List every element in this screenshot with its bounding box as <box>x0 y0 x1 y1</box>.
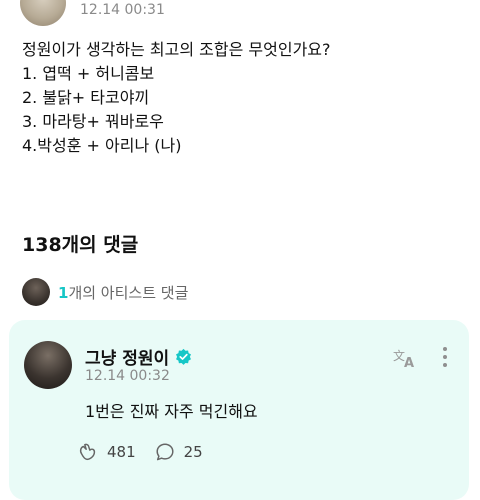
comment-text: 1번은 진짜 자주 먹긴해요 <box>85 402 258 421</box>
post-body: 정원이가 생각하는 최고의 조합은 무엇인가요? 1. 엽떡 + 허니콤보 2.… <box>22 38 462 158</box>
verified-badge-icon <box>176 348 192 365</box>
like-button[interactable]: 481 <box>77 441 136 463</box>
more-vertical-icon[interactable] <box>439 346 451 368</box>
post-option-4: 4.박성훈 + 아리나 (나) <box>22 136 182 155</box>
artist-comment-card: 그냥 정원이 12.14 00:32 文 A 1번은 진짜 자주 먹긴해요 48… <box>9 320 469 500</box>
artist-comments-filter[interactable]: 1개의 아티스트 댓글 <box>22 278 188 306</box>
post-time: 12.14 00:31 <box>80 2 165 18</box>
reply-count: 25 <box>183 443 203 461</box>
svg-text:A: A <box>404 356 414 370</box>
post-option-3: 3. 마라탕+ 꿔바로우 <box>22 112 164 131</box>
post-question: 정원이가 생각하는 최고의 조합은 무엇인가요? <box>22 40 331 59</box>
artist-comment-count: 1 <box>58 283 69 302</box>
heart-hands-icon <box>79 443 96 461</box>
commenter-name-row: 그냥 정원이 <box>85 344 192 369</box>
comment-actions: 481 25 <box>77 440 221 464</box>
comments-heading: 138개의 댓글 <box>22 234 139 256</box>
post-meta: 12.14 00:31 <box>0 0 480 26</box>
post-option-2: 2. 불닭+ 타코야끼 <box>22 88 150 107</box>
artist-avatar-small <box>22 278 50 306</box>
like-count: 481 <box>107 443 136 461</box>
reply-button[interactable]: 25 <box>154 441 203 463</box>
comment-time: 12.14 00:32 <box>85 368 170 384</box>
artist-comments-text: 개의 아티스트 댓글 <box>68 283 189 302</box>
artist-comments-label: 1개의 아티스트 댓글 <box>58 282 188 303</box>
post-option-1: 1. 엽떡 + 허니콤보 <box>22 64 155 83</box>
commenter-name[interactable]: 그냥 정원이 <box>85 344 169 369</box>
commenter-avatar[interactable] <box>24 341 72 389</box>
comment-bubble-icon <box>156 443 174 461</box>
author-avatar[interactable] <box>20 0 66 26</box>
translate-icon[interactable]: 文 A <box>392 346 418 370</box>
